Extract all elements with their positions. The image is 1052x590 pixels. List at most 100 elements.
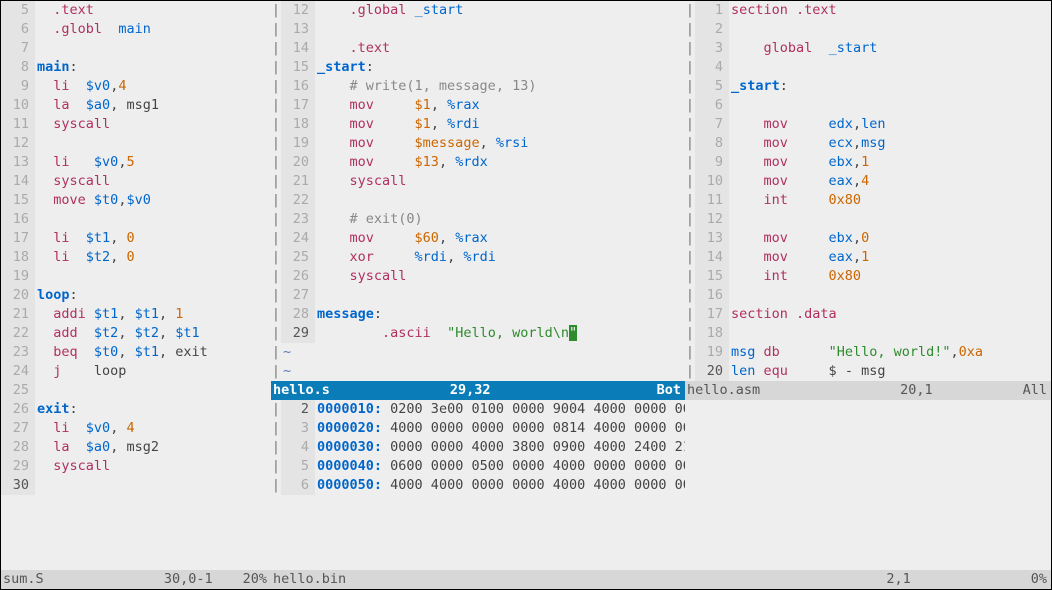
code-line[interactable]: |4 [685, 58, 1051, 77]
code-text[interactable]: section .data [729, 305, 1051, 324]
code-line[interactable]: |10 mov eax,4 [685, 172, 1051, 191]
code-line[interactable]: 6 .globl main [1, 20, 271, 39]
code-text[interactable]: loop: [35, 286, 271, 305]
code-line[interactable]: |16 # write(1, message, 13) [271, 77, 685, 96]
code-text[interactable]: syscall [35, 172, 271, 191]
code-text[interactable]: int 0x80 [729, 267, 1051, 286]
code-text[interactable] [729, 58, 1051, 77]
code-text[interactable] [729, 20, 1051, 39]
code-line[interactable]: |29 .ascii "Hello, world\n" [271, 324, 685, 343]
code-area-mid-top[interactable]: |12 .global _start|13|14 .text|15_start:… [271, 1, 685, 381]
code-text[interactable]: syscall [35, 115, 271, 134]
hex-line[interactable]: |60000050: 4000 4000 0000 0000 4000 4000… [271, 476, 685, 495]
code-text[interactable]: .globl main [35, 20, 271, 39]
code-line[interactable]: 25 [1, 381, 271, 400]
code-text[interactable]: mov ecx,msg [729, 134, 1051, 153]
code-line[interactable]: |~ [271, 343, 685, 362]
code-text[interactable]: section .text [729, 1, 1051, 20]
code-text[interactable]: _start: [315, 58, 685, 77]
code-text[interactable] [315, 286, 685, 305]
code-text[interactable]: mov ebx,1 [729, 153, 1051, 172]
code-line[interactable]: |15_start: [271, 58, 685, 77]
code-line[interactable]: 11 syscall [1, 115, 271, 134]
code-text[interactable]: mov eax,4 [729, 172, 1051, 191]
code-text[interactable] [35, 134, 271, 153]
hex-line[interactable]: |50000040: 0600 0000 0500 0000 4000 0000… [271, 457, 685, 476]
code-line[interactable]: |22 [271, 191, 685, 210]
code-text[interactable]: li $t1, 0 [35, 229, 271, 248]
code-line[interactable]: |12 .global _start [271, 1, 685, 20]
code-line[interactable]: 24 j loop [1, 362, 271, 381]
code-line[interactable]: |7 mov edx,len [685, 115, 1051, 134]
hex-text[interactable]: 0000030: 0000 0000 4000 3800 0900 4000 2… [315, 438, 685, 457]
code-line[interactable]: |20 mov $13, %rdx [271, 153, 685, 172]
code-line[interactable]: |17 mov $1, %rax [271, 96, 685, 115]
code-text[interactable] [35, 267, 271, 286]
code-area-left[interactable]: 5 .text6 .globl main78main:9 li $v0,410 … [1, 1, 271, 570]
code-text[interactable]: j loop [35, 362, 271, 381]
code-line[interactable]: 29 syscall [1, 457, 271, 476]
code-text[interactable]: .global _start [315, 1, 685, 20]
code-line[interactable]: |27 [271, 286, 685, 305]
code-text[interactable] [315, 20, 685, 39]
code-text[interactable]: xor %rdi, %rdi [315, 248, 685, 267]
code-text[interactable]: beq $t0, $t1, exit [35, 343, 271, 362]
code-text[interactable]: la $a0, msg1 [35, 96, 271, 115]
code-line[interactable]: |14 mov eax,1 [685, 248, 1051, 267]
code-text[interactable]: li $v0,4 [35, 77, 271, 96]
code-line[interactable]: |16 [685, 286, 1051, 305]
code-line[interactable]: 15 move $t0,$v0 [1, 191, 271, 210]
code-text[interactable]: message: [315, 305, 685, 324]
code-text[interactable]: .text [35, 1, 271, 20]
code-text[interactable]: mov $1, %rdi [315, 115, 685, 134]
code-line[interactable]: 28 la $a0, msg2 [1, 438, 271, 457]
code-text[interactable] [729, 286, 1051, 305]
code-text[interactable]: move $t0,$v0 [35, 191, 271, 210]
hex-text[interactable]: 0000040: 0600 0000 0500 0000 4000 0000 0… [315, 457, 685, 476]
code-line[interactable]: |9 mov ebx,1 [685, 153, 1051, 172]
code-line[interactable]: |28message: [271, 305, 685, 324]
code-line[interactable]: 14 syscall [1, 172, 271, 191]
code-line[interactable]: 9 li $v0,4 [1, 77, 271, 96]
code-line[interactable]: |13 [271, 20, 685, 39]
code-line[interactable]: |3 global _start [685, 39, 1051, 58]
code-text[interactable]: mov ebx,0 [729, 229, 1051, 248]
code-text[interactable]: mov edx,len [729, 115, 1051, 134]
hex-text[interactable]: 0000010: 0200 3e00 0100 0000 9004 4000 0… [315, 400, 685, 419]
code-line[interactable]: 16 [1, 210, 271, 229]
code-text[interactable]: # exit(0) [315, 210, 685, 229]
code-text[interactable]: li $t2, 0 [35, 248, 271, 267]
code-line[interactable]: |13 mov ebx,0 [685, 229, 1051, 248]
code-line[interactable]: 23 beq $t0, $t1, exit [1, 343, 271, 362]
code-line[interactable]: |12 [685, 210, 1051, 229]
code-text[interactable]: .ascii "Hello, world\n" [315, 324, 685, 343]
code-line[interactable]: |11 int 0x80 [685, 191, 1051, 210]
code-line[interactable]: 21 addi $t1, $t1, 1 [1, 305, 271, 324]
hex-line[interactable]: |40000030: 0000 0000 4000 3800 0900 4000… [271, 438, 685, 457]
code-line[interactable]: |5_start: [685, 77, 1051, 96]
pane-left[interactable]: 5 .text6 .globl main78main:9 li $v0,410 … [1, 1, 271, 570]
code-line[interactable]: |25 xor %rdi, %rdi [271, 248, 685, 267]
code-text[interactable]: li $v0, 4 [35, 419, 271, 438]
code-line[interactable]: 10 la $a0, msg1 [1, 96, 271, 115]
code-text[interactable]: len equ $ - msg [729, 362, 1051, 381]
code-line[interactable]: 8main: [1, 58, 271, 77]
code-text[interactable]: msg db "Hello, world!",0xa [729, 343, 1051, 362]
code-text[interactable]: mov eax,1 [729, 248, 1051, 267]
code-line[interactable]: 30 [1, 476, 271, 495]
code-text[interactable]: mov $1, %rax [315, 96, 685, 115]
code-line[interactable]: |2 [685, 20, 1051, 39]
code-text[interactable]: _start: [729, 77, 1051, 96]
code-text[interactable]: li $v0,5 [35, 153, 271, 172]
code-line[interactable]: |14 .text [271, 39, 685, 58]
code-line[interactable]: 5 .text [1, 1, 271, 20]
code-text[interactable] [729, 210, 1051, 229]
code-line[interactable]: |26 syscall [271, 267, 685, 286]
code-line[interactable]: 19 [1, 267, 271, 286]
code-line[interactable]: 22 add $t2, $t2, $t1 [1, 324, 271, 343]
code-text[interactable]: syscall [315, 172, 685, 191]
code-line[interactable]: 7 [1, 39, 271, 58]
code-text[interactable] [729, 96, 1051, 115]
code-text[interactable]: syscall [315, 267, 685, 286]
code-text[interactable] [315, 191, 685, 210]
